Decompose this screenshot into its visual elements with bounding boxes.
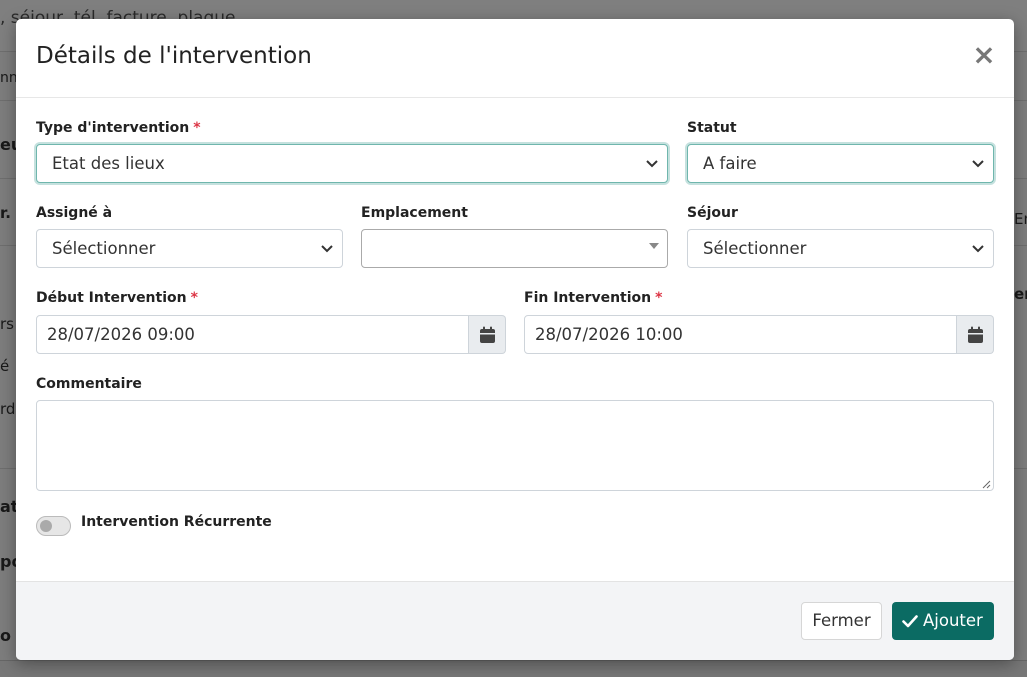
debut-label: Début Intervention * bbox=[36, 290, 198, 306]
modal-footer: Fermer Ajouter bbox=[16, 581, 1014, 660]
statut-select[interactable]: A faire bbox=[687, 144, 994, 183]
sejour-value: Sélectionner bbox=[703, 239, 807, 258]
type-intervention-select[interactable]: Etat des lieux bbox=[36, 144, 668, 183]
close-icon[interactable]: × bbox=[972, 41, 996, 69]
calendar-icon bbox=[968, 326, 983, 343]
chevron-down-icon bbox=[646, 160, 658, 168]
statut-label: Statut bbox=[687, 120, 737, 136]
type-intervention-label: Type d'intervention * bbox=[36, 120, 201, 136]
intervention-modal: Détails de l'intervention × Type d'inter… bbox=[16, 19, 1014, 660]
fin-label: Fin Intervention * bbox=[524, 290, 662, 306]
assigne-value: Sélectionner bbox=[52, 239, 156, 258]
statut-value: A faire bbox=[703, 154, 757, 173]
assigne-select[interactable]: Sélectionner bbox=[36, 229, 343, 268]
sejour-label: Séjour bbox=[687, 205, 738, 221]
emplacement-select[interactable] bbox=[361, 229, 668, 268]
fin-input[interactable]: 28/07/2026 10:00 bbox=[524, 315, 957, 354]
check-icon bbox=[902, 615, 918, 628]
fin-label-text: Fin Intervention bbox=[524, 290, 652, 306]
assigne-label: Assigné à bbox=[36, 205, 113, 221]
chevron-down-icon bbox=[972, 160, 984, 168]
required-marker: * bbox=[193, 120, 201, 136]
calendar-icon bbox=[480, 326, 495, 343]
sejour-select[interactable]: Sélectionner bbox=[687, 229, 994, 268]
required-marker: * bbox=[190, 290, 198, 306]
emplacement-label: Emplacement bbox=[361, 205, 468, 221]
fin-calendar-button[interactable] bbox=[957, 315, 994, 354]
debut-label-text: Début Intervention bbox=[36, 290, 187, 306]
toggle-knob bbox=[40, 520, 52, 532]
required-marker: * bbox=[655, 290, 663, 306]
commentaire-textarea[interactable] bbox=[36, 400, 994, 491]
caret-down-icon bbox=[649, 243, 659, 249]
resize-grip-icon[interactable] bbox=[982, 480, 991, 489]
type-intervention-value: Etat des lieux bbox=[52, 154, 165, 173]
ajouter-label: Ajouter bbox=[923, 611, 983, 630]
modal-header: Détails de l'intervention × bbox=[16, 19, 1014, 98]
debut-calendar-button[interactable] bbox=[469, 315, 506, 354]
debut-input[interactable]: 28/07/2026 09:00 bbox=[36, 315, 469, 354]
modal-title: Détails de l'intervention bbox=[36, 43, 312, 69]
chevron-down-icon bbox=[321, 245, 333, 253]
fermer-button[interactable]: Fermer bbox=[801, 602, 882, 640]
recurrente-toggle[interactable] bbox=[36, 516, 71, 536]
recurrente-label: Intervention Récurrente bbox=[81, 514, 272, 530]
commentaire-label: Commentaire bbox=[36, 376, 142, 392]
chevron-down-icon bbox=[972, 245, 984, 253]
type-intervention-label-text: Type d'intervention bbox=[36, 120, 190, 136]
ajouter-button[interactable]: Ajouter bbox=[892, 602, 994, 640]
